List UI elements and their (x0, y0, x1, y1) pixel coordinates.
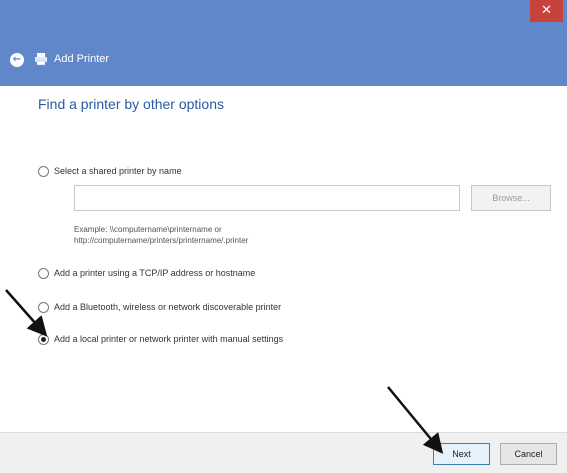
wizard-footer: Next Cancel (0, 432, 567, 473)
next-button[interactable]: Next (433, 443, 490, 465)
radio-tcpip[interactable] (38, 267, 49, 279)
close-button[interactable]: ✕ (530, 0, 563, 22)
radio-bluetooth[interactable] (38, 301, 49, 313)
wizard-content: Find a printer by other options Select a… (8, 86, 561, 432)
option-tcpip-label: Add a printer using a TCP/IP address or … (54, 268, 256, 278)
option-tcpip[interactable]: Add a printer using a TCP/IP address or … (38, 265, 255, 281)
option-local-printer-label: Add a local printer or network printer w… (54, 334, 284, 344)
printer-icon (35, 53, 47, 66)
shared-printer-name-input[interactable] (74, 185, 460, 211)
option-bluetooth[interactable]: Add a Bluetooth, wireless or network dis… (38, 299, 281, 315)
cancel-button[interactable]: Cancel (500, 443, 557, 465)
page-heading: Find a printer by other options (38, 96, 224, 112)
back-button[interactable]: ← (10, 53, 24, 67)
option-shared-printer-label: Select a shared printer by name (54, 166, 182, 176)
radio-shared-printer[interactable] (38, 165, 49, 177)
example-line-1: Example: \\computername\printername or (74, 225, 222, 234)
title-bar: ✕ (0, 0, 567, 32)
option-shared-printer[interactable]: Select a shared printer by name (38, 163, 182, 179)
add-printer-window: ✕ ← Add Printer Find a printer by other … (0, 0, 567, 473)
option-bluetooth-label: Add a Bluetooth, wireless or network dis… (54, 302, 282, 312)
radio-local-printer[interactable] (38, 333, 49, 345)
wizard-title: Add Printer (54, 53, 110, 65)
back-arrow-icon: ← (12, 54, 22, 65)
example-text: Example: \\computername\printername or h… (74, 224, 454, 246)
browse-button[interactable]: Browse... (471, 185, 551, 211)
close-icon: ✕ (541, 3, 552, 18)
example-line-2: http://computername/printers/printername… (74, 236, 249, 245)
option-local-printer[interactable]: Add a local printer or network printer w… (38, 331, 283, 347)
wizard-header: ← Add Printer (0, 32, 567, 86)
